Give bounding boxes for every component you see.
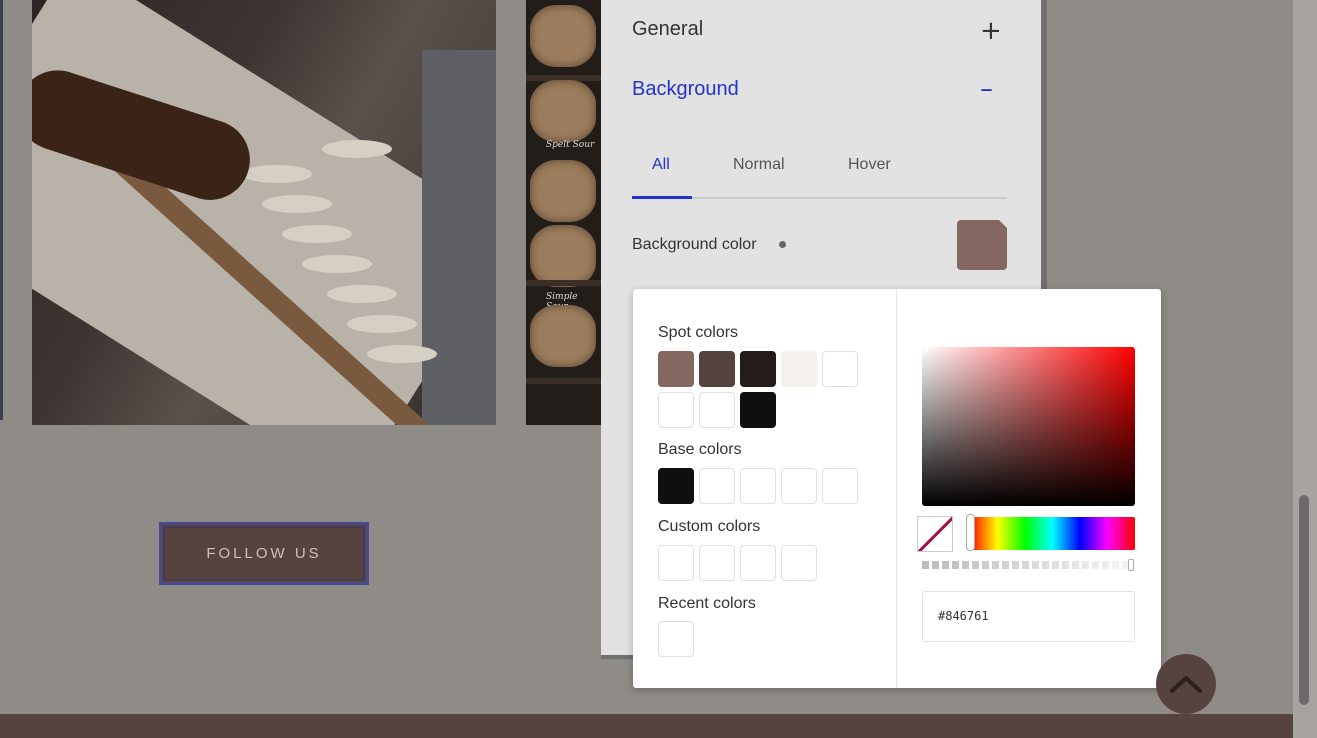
recent-color-swatch[interactable] (658, 621, 694, 657)
custom-color-swatch[interactable] (740, 545, 776, 581)
section-background-title[interactable]: Background (632, 78, 739, 101)
spot-colors-label: Spot colors (658, 324, 739, 341)
tab-all[interactable]: All (652, 156, 670, 174)
spot-color-swatch[interactable] (699, 392, 735, 428)
panel-edge (1041, 0, 1047, 290)
spot-color-swatch[interactable] (740, 351, 776, 387)
spot-color-swatch[interactable] (658, 392, 694, 428)
bread-shelf-photo: Spelt Sour Simple Sour (526, 0, 602, 425)
scrollbar-thumb[interactable] (1299, 495, 1309, 705)
color-picker-popup: Spot colors Base colors Custom colors Re… (633, 289, 1161, 688)
section-general-title[interactable]: General (632, 18, 703, 41)
hue-slider[interactable] (966, 514, 1135, 551)
spot-color-swatch[interactable] (699, 351, 735, 387)
baker-hands-photo (32, 0, 496, 425)
collapse-background-icon[interactable]: – (980, 76, 993, 102)
custom-colors-label: Custom colors (658, 518, 761, 535)
custom-color-swatch[interactable] (658, 545, 694, 581)
chevron-up-icon (1170, 676, 1202, 693)
tab-hover[interactable]: Hover (848, 156, 891, 174)
no-color-icon[interactable] (917, 516, 953, 552)
picker-divider (896, 289, 897, 688)
follow-us-button[interactable]: FOLLOW US (159, 522, 369, 585)
bread-label: Spelt Sour (546, 140, 595, 150)
page-scrollbar[interactable] (1293, 0, 1317, 738)
base-color-swatch[interactable] (781, 468, 817, 504)
tab-normal[interactable]: Normal (733, 156, 785, 174)
base-color-swatch[interactable] (740, 468, 776, 504)
active-tab-indicator (632, 196, 692, 199)
alpha-slider-handle[interactable] (1128, 559, 1134, 571)
expand-general-icon[interactable]: + (980, 18, 1002, 44)
spot-color-swatch[interactable] (781, 351, 817, 387)
custom-color-swatch[interactable] (781, 545, 817, 581)
base-color-swatch[interactable] (822, 468, 858, 504)
hex-input[interactable]: #846761 (922, 591, 1135, 642)
spot-color-swatch[interactable] (740, 392, 776, 428)
hue-slider-handle[interactable] (966, 514, 975, 551)
alpha-slider[interactable] (922, 561, 1135, 569)
saturation-handle[interactable] (920, 345, 928, 353)
base-color-swatch[interactable] (699, 468, 735, 504)
spot-color-swatch[interactable] (658, 351, 694, 387)
background-color-swatch[interactable] (957, 220, 1007, 270)
background-color-label: Background color (632, 236, 757, 253)
back-to-top-button[interactable] (1156, 654, 1216, 714)
custom-color-swatch[interactable] (699, 545, 735, 581)
recent-colors-label: Recent colors (658, 595, 756, 612)
modified-dot-icon[interactable] (779, 241, 786, 248)
base-color-swatch[interactable] (658, 468, 694, 504)
left-edge-image (0, 0, 3, 420)
footer-bar (0, 714, 1293, 738)
base-colors-label: Base colors (658, 441, 742, 458)
saturation-area[interactable] (920, 345, 1135, 506)
spot-color-swatch[interactable] (822, 351, 858, 387)
